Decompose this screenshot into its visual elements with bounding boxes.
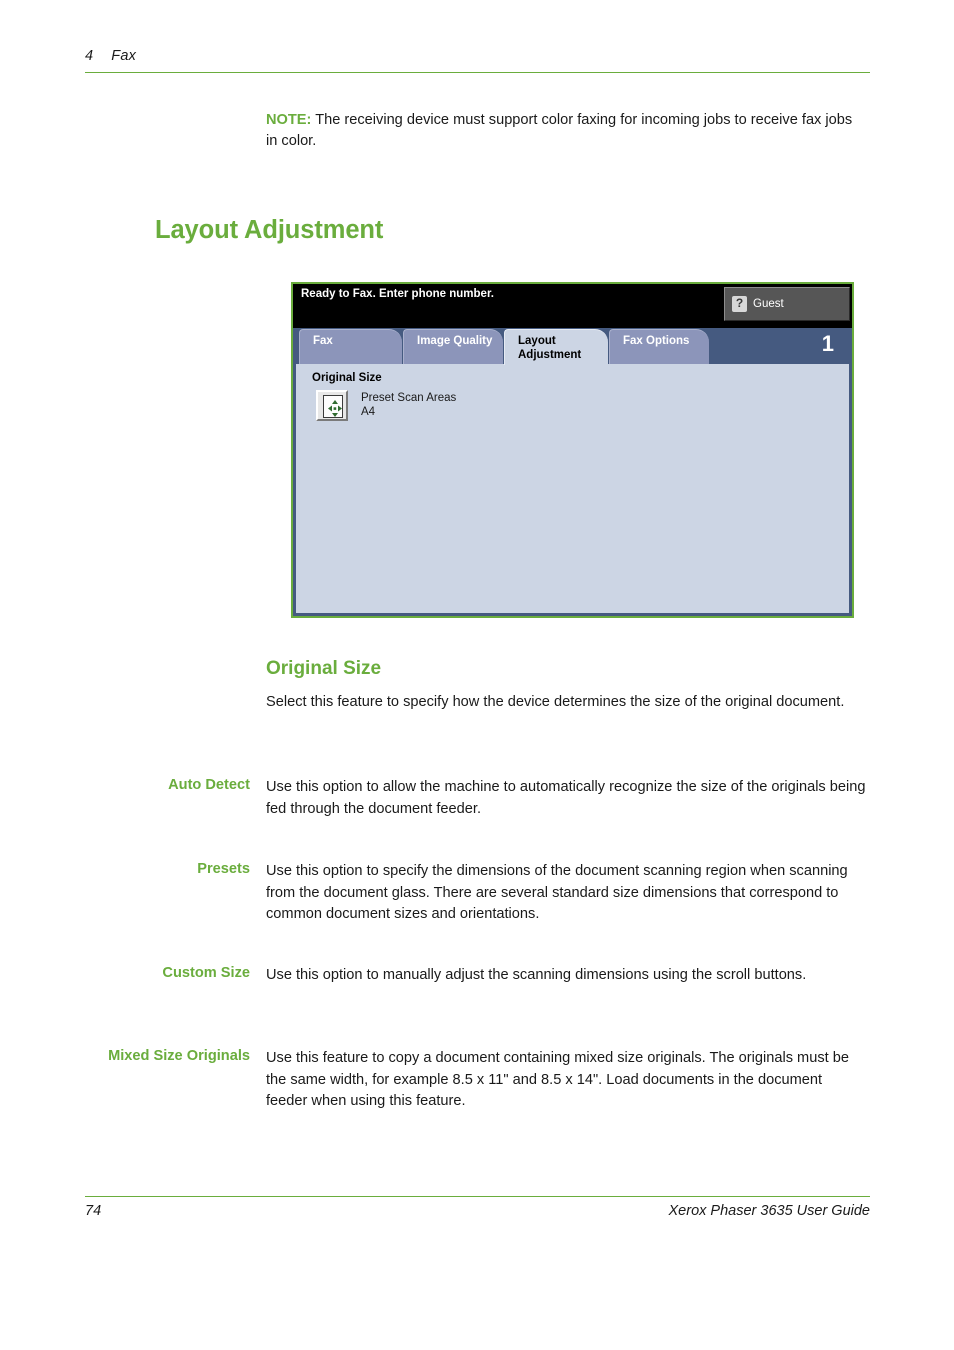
running-head-chapter: 4 [85, 48, 94, 64]
definition-term: Mixed Size Originals [108, 1048, 250, 1064]
note-label: NOTE: [266, 112, 312, 128]
definition-term: Custom Size [162, 965, 250, 981]
preset-scan-areas-line2: A4 [361, 406, 376, 418]
running-head: 4 Fax [85, 48, 870, 64]
footer-rule [85, 1196, 870, 1198]
device-status-bar: Ready to Fax. Enter phone number. Guest [293, 284, 852, 328]
preset-scan-area-icon [316, 390, 348, 421]
original-size-section-title: Original Size [312, 372, 382, 384]
definition-description: Use this option to manually adjust the s… [266, 967, 807, 983]
footer-page-number: 74 [85, 1203, 102, 1219]
definition-description: Use this option to specify the dimension… [266, 863, 848, 922]
definition-description: Use this feature to copy a document cont… [266, 1050, 849, 1109]
running-head-title: Fax [111, 48, 137, 64]
note-text: The receiving device must support color … [266, 112, 853, 149]
section-intro-text: Select this feature to specify how the d… [266, 694, 845, 710]
definition-description: Use this option to allow the machine to … [266, 779, 866, 817]
document-page: 4 Fax NOTE: The receiving device must sup… [0, 0, 954, 1350]
tab-fax[interactable]: Fax [299, 329, 402, 364]
tab-image-quality[interactable]: Image Quality [403, 329, 503, 364]
preset-scan-areas-line1: Preset Scan Areas [361, 392, 457, 404]
footer-guide-title: Xerox Phaser 3635 User Guide [668, 1203, 871, 1219]
definition-term: Auto Detect [168, 777, 250, 793]
preset-scan-areas-labels: Preset Scan Areas A4 [361, 390, 456, 419]
guest-button-label: Guest [753, 298, 784, 310]
page-count-indicator: 1 [821, 331, 834, 356]
definition-term: Presets [197, 861, 250, 877]
question-key-icon [732, 295, 747, 312]
device-ui-figure: Ready to Fax. Enter phone number. Guest … [291, 282, 854, 618]
preset-scan-areas-option[interactable]: Preset Scan Areas A4 [316, 390, 456, 421]
tab-fax-options[interactable]: Fax Options [609, 329, 709, 364]
guest-button[interactable]: Guest [724, 287, 850, 321]
header-rule [85, 72, 870, 74]
device-ui-screen: Ready to Fax. Enter phone number. Guest … [293, 284, 852, 616]
tab-layout-adjustment[interactable]: Layout Adjustment [504, 329, 608, 365]
device-status-message: Ready to Fax. Enter phone number. [301, 288, 494, 300]
device-panel-body: Original Size Preset Scan Areas A4 [293, 364, 852, 616]
section-heading-original-size: Original Size [266, 658, 382, 679]
device-tab-bar: Fax Image Quality Layout Adjustment Fax … [293, 328, 852, 365]
note-block: NOTE: The receiving device must support … [266, 110, 866, 152]
page-title: Layout Adjustment [155, 216, 384, 244]
